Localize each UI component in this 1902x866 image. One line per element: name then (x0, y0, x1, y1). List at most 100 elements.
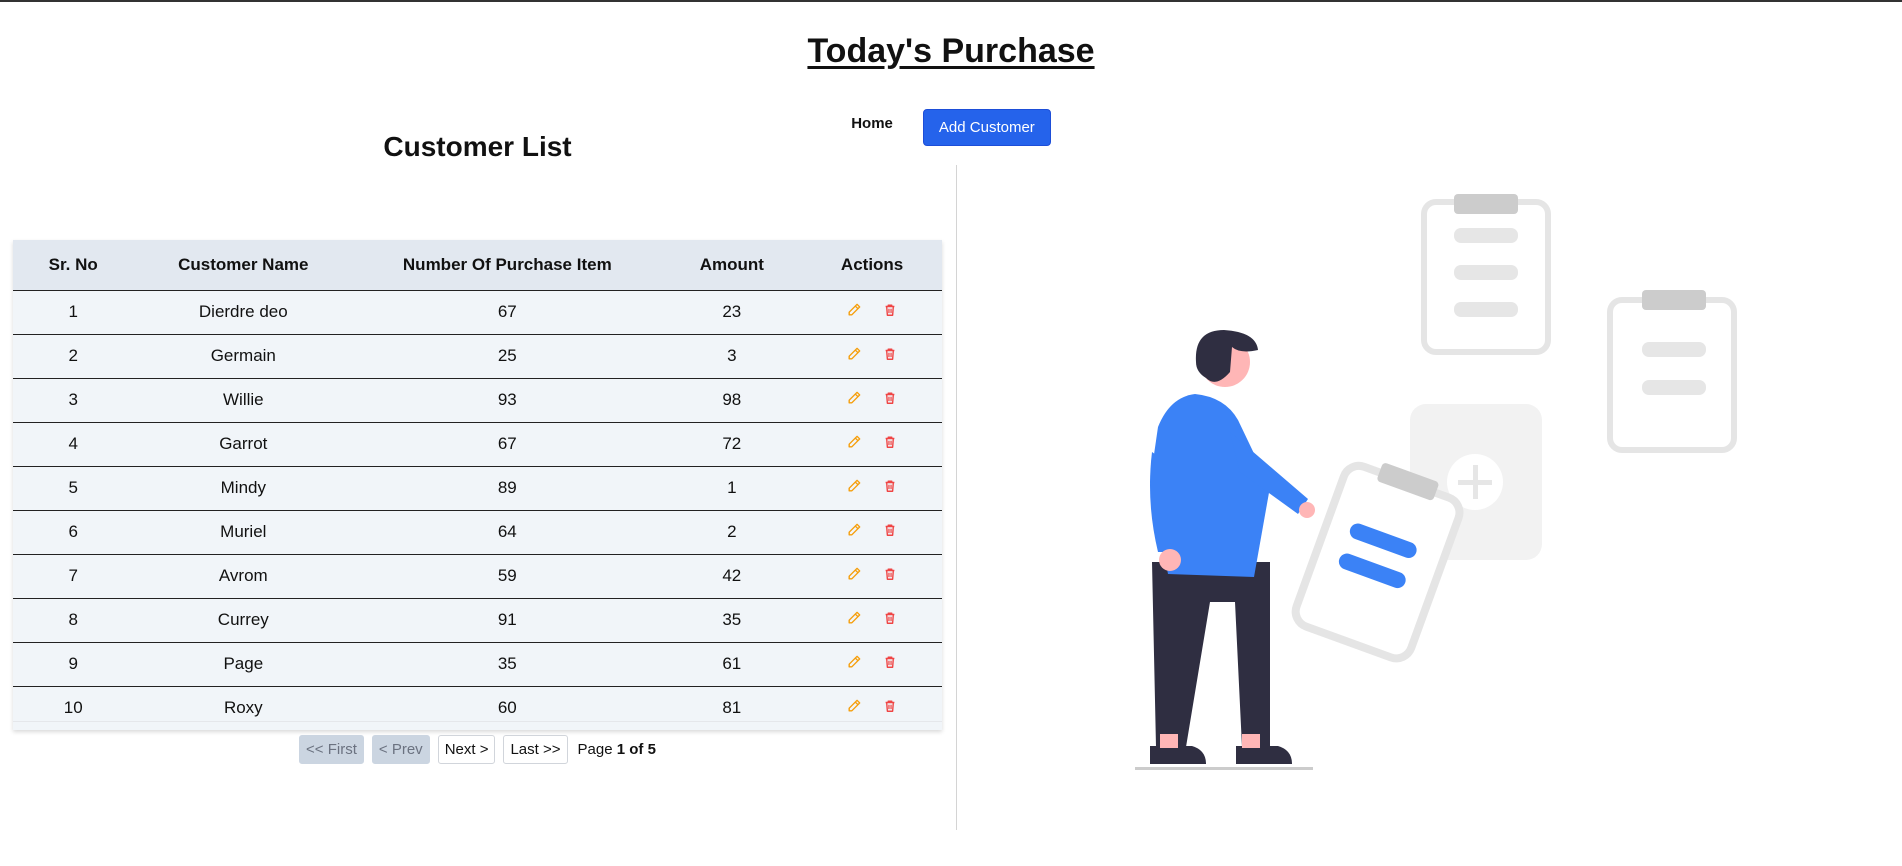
table-row: 3 Willie 93 98 (13, 378, 942, 423)
page-title: Today's Purchase (807, 32, 1095, 70)
trash-icon[interactable] (883, 479, 897, 493)
cell-actions (802, 290, 942, 335)
table-header-row: Sr. No Customer Name Number Of Purchase … (13, 240, 942, 291)
clipboard-back-top-icon (1421, 194, 1551, 355)
pencil-icon[interactable] (847, 479, 861, 493)
cell-customer-name: Avrom (133, 554, 354, 599)
prev-page-button[interactable]: < Prev (371, 735, 430, 764)
cell-purchase-items: 64 (353, 510, 662, 555)
cell-purchase-items: 59 (353, 554, 662, 599)
cell-sr-no: 4 (13, 422, 134, 467)
cell-actions (802, 686, 942, 730)
trash-icon[interactable] (883, 523, 897, 537)
trash-icon[interactable] (883, 567, 897, 581)
pencil-icon[interactable] (847, 347, 861, 361)
table-row: 8 Currey 91 35 (13, 598, 942, 643)
table-row: 4 Garrot 67 72 (13, 422, 942, 467)
cell-purchase-items: 89 (353, 466, 662, 511)
cell-actions (802, 510, 942, 555)
col-purchase-items: Number Of Purchase Item (353, 240, 662, 291)
cell-actions (802, 642, 942, 687)
trash-icon[interactable] (883, 655, 897, 669)
table-body: 1 Dierdre deo 67 23 2 Germain 25 3 3 Willie 93 98 4 G… (13, 290, 942, 730)
cell-customer-name: Roxy (133, 686, 354, 730)
cell-sr-no: 5 (13, 466, 134, 511)
cell-sr-no: 10 (13, 686, 134, 730)
cell-purchase-items: 60 (353, 686, 662, 730)
cell-customer-name: Dierdre deo (133, 290, 354, 335)
add-customer-button[interactable]: Add Customer (922, 109, 1051, 146)
cell-amount: 35 (661, 598, 803, 643)
pagination: << First < Prev Next > Last >> Page 1 of… (13, 735, 942, 764)
cell-purchase-items: 93 (353, 378, 662, 423)
table-row: 7 Avrom 59 42 (13, 554, 942, 599)
page-current: 1 (616, 741, 626, 758)
next-page-button[interactable]: Next > (437, 735, 496, 764)
col-actions: Actions (802, 240, 942, 291)
cell-actions (802, 334, 942, 379)
col-customer-name: Customer Name (133, 240, 354, 291)
col-amount: Amount (661, 240, 803, 291)
cell-sr-no: 7 (13, 554, 134, 599)
purchase-illustration (1135, 194, 1737, 770)
cell-purchase-items: 67 (353, 290, 662, 335)
pencil-icon[interactable] (847, 611, 861, 625)
cell-actions (802, 422, 942, 467)
cell-customer-name: Page (133, 642, 354, 687)
cell-customer-name: Mindy (133, 466, 354, 511)
pencil-icon[interactable] (847, 435, 861, 449)
trash-icon[interactable] (883, 611, 897, 625)
last-page-button[interactable]: Last >> (503, 735, 568, 764)
vertical-divider (956, 165, 957, 830)
cell-customer-name: Willie (133, 378, 354, 423)
page-total: 5 (647, 741, 656, 758)
cell-actions (802, 466, 942, 511)
trash-icon[interactable] (883, 435, 897, 449)
section-title: Customer List (383, 131, 572, 162)
cell-purchase-items: 35 (353, 642, 662, 687)
pencil-icon[interactable] (847, 655, 861, 669)
cell-amount: 81 (661, 686, 803, 730)
page-of: of (629, 741, 644, 758)
clipboard-back-right-icon (1607, 290, 1737, 453)
pencil-icon[interactable] (847, 567, 861, 581)
table-row: 5 Mindy 89 1 (13, 466, 942, 511)
cell-customer-name: Germain (133, 334, 354, 379)
first-page-button[interactable]: << First (299, 735, 364, 764)
cell-actions (802, 378, 942, 423)
cell-customer-name: Muriel (133, 510, 354, 555)
pencil-icon[interactable] (847, 303, 861, 317)
cell-sr-no: 3 (13, 378, 134, 423)
pencil-icon[interactable] (847, 699, 861, 713)
cell-amount: 61 (661, 642, 803, 687)
table-row: 2 Germain 25 3 (13, 334, 942, 379)
cell-sr-no: 6 (13, 510, 134, 555)
person-figure (1135, 330, 1315, 770)
cell-purchase-items: 91 (353, 598, 662, 643)
cell-actions (802, 554, 942, 599)
cell-sr-no: 8 (13, 598, 134, 643)
cell-amount: 72 (661, 422, 803, 467)
table-row: 9 Page 35 61 (13, 642, 942, 687)
table-row: 10 Roxy 60 81 (13, 686, 942, 730)
cell-sr-no: 2 (13, 334, 134, 379)
trash-icon[interactable] (883, 347, 897, 361)
trash-icon[interactable] (883, 303, 897, 317)
cell-amount: 3 (661, 334, 803, 379)
trash-icon[interactable] (883, 699, 897, 713)
cell-purchase-items: 67 (353, 422, 662, 467)
col-sr-no: Sr. No (13, 240, 134, 291)
page-prefix: Page (577, 741, 613, 758)
table-row: 6 Muriel 64 2 (13, 510, 942, 555)
cell-amount: 2 (661, 510, 803, 555)
table-row: 1 Dierdre deo 67 23 (13, 290, 942, 335)
trash-icon[interactable] (883, 391, 897, 405)
cell-amount: 98 (661, 378, 803, 423)
pencil-icon[interactable] (847, 523, 861, 537)
cell-sr-no: 9 (13, 642, 134, 687)
cell-amount: 1 (661, 466, 803, 511)
cell-purchase-items: 25 (353, 334, 662, 379)
cell-customer-name: Garrot (133, 422, 354, 467)
cell-customer-name: Currey (133, 598, 354, 643)
pencil-icon[interactable] (847, 391, 861, 405)
